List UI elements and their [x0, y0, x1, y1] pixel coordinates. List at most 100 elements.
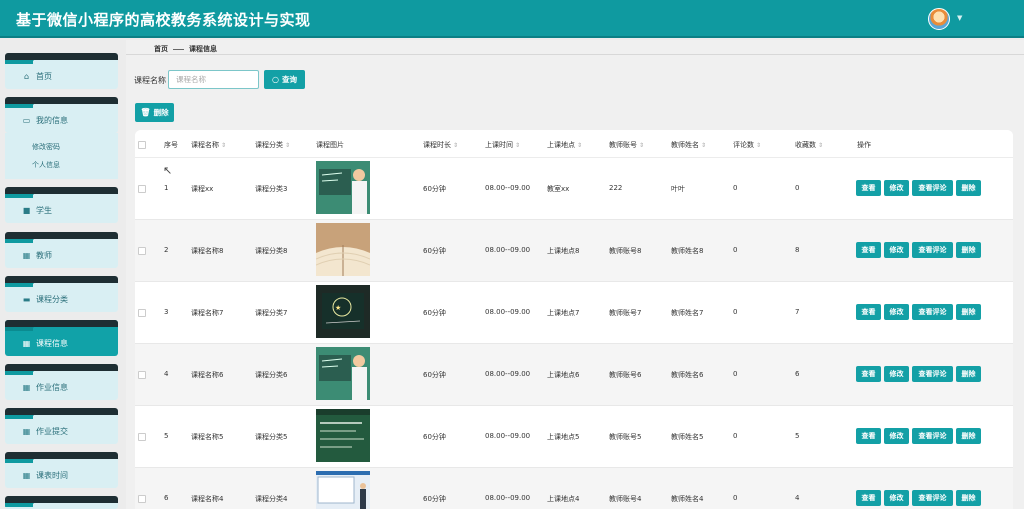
row-checkbox[interactable]: [138, 433, 146, 441]
sort-icon[interactable]: ⇕: [221, 142, 226, 149]
sidebar: ⌂ 首页 ▭ 我的信息 修改密码 个人信息 ■ 学生 ▦ 教师 ▬ 课程分类 ▦ 课程信息 …: [0, 40, 126, 509]
sidebar-item-homework-info[interactable]: ▦ 作业信息: [5, 364, 118, 400]
view-comments-button[interactable]: 查看评论: [912, 428, 953, 444]
header-label: 上课时间: [485, 141, 513, 149]
sort-icon[interactable]: ⇕: [285, 142, 290, 149]
row-checkbox[interactable]: [138, 309, 146, 317]
sort-icon[interactable]: ⇕: [701, 142, 706, 149]
row-checkbox[interactable]: [138, 185, 146, 193]
sidebar-item-more[interactable]: [5, 496, 118, 509]
select-all-checkbox[interactable]: [138, 141, 146, 149]
sidebar-subitem-profile[interactable]: 个人信息: [32, 160, 60, 170]
caret-down-icon[interactable]: ▼: [957, 14, 962, 22]
sidebar-item-home[interactable]: ⌂ 首页: [5, 53, 118, 89]
sort-icon[interactable]: ⇕: [818, 142, 823, 149]
header-label: 教师姓名: [671, 141, 699, 149]
cell-favorites: 4: [795, 494, 800, 502]
avatar[interactable]: [928, 8, 950, 30]
sidebar-item-label: 课程信息: [36, 338, 68, 348]
cell-teacher-name: 教师姓名7: [671, 309, 704, 317]
edit-button[interactable]: 修改: [884, 304, 909, 320]
view-comments-button[interactable]: 查看评论: [912, 180, 953, 196]
sort-icon[interactable]: ⇕: [515, 142, 520, 149]
cell-place: 上课地点8: [547, 247, 580, 255]
delete-button-label: 删除: [153, 108, 169, 117]
cell-time: 08.00--09.00: [485, 432, 531, 440]
view-button[interactable]: 查看: [856, 490, 881, 506]
course-image: [316, 347, 370, 400]
edit-button[interactable]: 修改: [884, 242, 909, 258]
sidebar-subitem-change-password[interactable]: 修改密码: [32, 142, 60, 152]
cell-duration: 60分钟: [423, 433, 446, 441]
cell-favorites: 0: [795, 184, 800, 192]
delete-button[interactable]: 删除: [956, 304, 981, 320]
course-image: [316, 471, 370, 509]
sidebar-item-homework-submit[interactable]: ▦ 作业提交: [5, 408, 118, 444]
search-button[interactable]: ○ 查询: [264, 70, 305, 89]
sidebar-item-my-info[interactable]: ▭ 我的信息: [5, 97, 118, 133]
view-button[interactable]: 查看: [856, 366, 881, 382]
view-button[interactable]: 查看: [856, 428, 881, 444]
header-name[interactable]: 课程名称 ⇕: [191, 140, 226, 150]
header-image: 课程图片: [316, 141, 344, 149]
sidebar-item-students[interactable]: ■ 学生: [5, 187, 118, 223]
view-button[interactable]: 查看: [856, 180, 881, 196]
edit-button[interactable]: 修改: [884, 366, 909, 382]
edit-button[interactable]: 修改: [884, 428, 909, 444]
header-teacher-account[interactable]: 教师账号 ⇕: [609, 140, 644, 150]
view-comments-button[interactable]: 查看评论: [912, 304, 953, 320]
search-input[interactable]: [168, 70, 259, 89]
header-teacher-name[interactable]: 教师姓名 ⇕: [671, 140, 706, 150]
breadcrumb-home[interactable]: 首页: [154, 45, 168, 53]
sidebar-item-course-info[interactable]: ▦ 课程信息: [5, 320, 118, 356]
sort-icon[interactable]: ⇕: [577, 142, 582, 149]
delete-button[interactable]: 删除: [956, 242, 981, 258]
header-label: 课程时长: [423, 141, 451, 149]
cell-no: 3: [164, 308, 169, 316]
row-checkbox[interactable]: [138, 247, 146, 255]
view-comments-button[interactable]: 查看评论: [912, 242, 953, 258]
table-row: 4 课程名称6 课程分类6 60分钟 08.00--09.00 上课地点6 教师…: [135, 344, 1013, 406]
row-checkbox[interactable]: [138, 371, 146, 379]
cell-name: 课程xx: [191, 185, 214, 193]
delete-button[interactable]: 删除: [956, 366, 981, 382]
cell-teacher-account: 教师账号7: [609, 309, 642, 317]
table-row: 1 课程xx 课程分类3 60分钟 08.00--09.00 教室xx 222 …: [135, 158, 1013, 220]
header-time[interactable]: 上课时间 ⇕: [485, 140, 520, 150]
cell-duration: 60分钟: [423, 185, 446, 193]
breadcrumb: 首页 课程信息: [154, 44, 217, 54]
sidebar-item-label: 作业提交: [36, 426, 68, 436]
cell-duration: 60分钟: [423, 371, 446, 379]
view-comments-button[interactable]: 查看评论: [912, 490, 953, 506]
sidebar-item-schedule[interactable]: ▦ 课表时间: [5, 452, 118, 488]
header-label: 评论数: [733, 141, 754, 149]
table-icon: ▦: [22, 382, 31, 392]
edit-button[interactable]: 修改: [884, 490, 909, 506]
delete-button[interactable]: 删除: [956, 490, 981, 506]
sort-icon[interactable]: ⇕: [453, 142, 458, 149]
cell-name: 课程名称4: [191, 495, 224, 503]
sidebar-item-label: 首页: [36, 71, 52, 81]
cell-teacher-account: 教师账号8: [609, 247, 642, 255]
header-category[interactable]: 课程分类 ⇕: [255, 140, 290, 150]
header-actions: 操作: [857, 141, 871, 149]
breadcrumb-current: 课程信息: [189, 45, 217, 53]
sidebar-item-course-category[interactable]: ▬ 课程分类: [5, 276, 118, 312]
cell-name: 课程名称6: [191, 371, 224, 379]
delete-button[interactable]: 删除: [956, 180, 981, 196]
delete-button[interactable]: 删除: [956, 428, 981, 444]
view-comments-button[interactable]: 查看评论: [912, 366, 953, 382]
view-button[interactable]: 查看: [856, 304, 881, 320]
sort-icon[interactable]: ⇕: [756, 142, 761, 149]
header-duration[interactable]: 课程时长 ⇕: [423, 140, 458, 150]
row-checkbox[interactable]: [138, 495, 146, 503]
edit-button[interactable]: 修改: [884, 180, 909, 196]
sort-icon[interactable]: ⇕: [639, 142, 644, 149]
cell-teacher-name: 教师姓名6: [671, 371, 704, 379]
view-button[interactable]: 查看: [856, 242, 881, 258]
header-favorites[interactable]: 收藏数 ⇕: [795, 140, 823, 150]
sidebar-item-teachers[interactable]: ▦ 教师: [5, 232, 118, 268]
header-place[interactable]: 上课地点 ⇕: [547, 140, 582, 150]
batch-delete-button[interactable]: 🗑 删除: [135, 103, 174, 122]
header-comments[interactable]: 评论数 ⇕: [733, 140, 761, 150]
